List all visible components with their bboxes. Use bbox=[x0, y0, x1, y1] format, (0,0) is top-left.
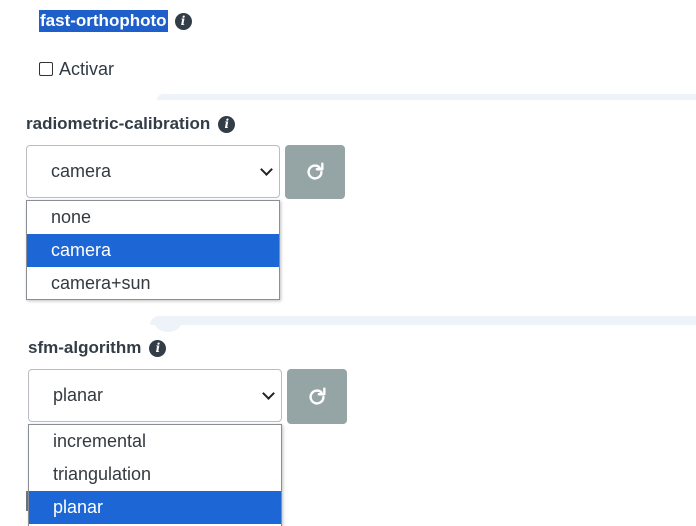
refresh-icon bbox=[307, 162, 324, 180]
radiometric-calibration-reset-button[interactable] bbox=[285, 145, 345, 199]
radiometric-calibration-header: radiometric-calibration i bbox=[26, 113, 236, 135]
chevron-down-icon bbox=[262, 386, 275, 400]
info-circle-icon[interactable]: i bbox=[174, 12, 192, 30]
sfm-algorithm-reset-button[interactable] bbox=[287, 369, 347, 424]
radiometric-calibration-select[interactable]: camera bbox=[26, 145, 280, 198]
activar-checkbox-row[interactable]: Activar bbox=[39, 58, 114, 80]
sfm-algorithm-dropdown: incremental triangulation planar bbox=[28, 424, 282, 526]
section-divider-bump bbox=[153, 318, 183, 332]
dropdown-option-selected[interactable]: planar bbox=[29, 491, 281, 524]
dropdown-option[interactable]: none bbox=[27, 201, 279, 234]
radiometric-calibration-label: radiometric-calibration bbox=[26, 114, 211, 133]
dropdown-option[interactable]: triangulation bbox=[29, 458, 281, 491]
info-circle-icon[interactable]: i bbox=[149, 339, 167, 357]
dropdown-option-selected[interactable]: camera bbox=[27, 234, 279, 267]
sfm-algorithm-select[interactable]: planar bbox=[28, 369, 282, 422]
section-divider bbox=[150, 316, 696, 325]
sfm-algorithm-label: sfm-algorithm bbox=[28, 338, 142, 357]
section-divider bbox=[157, 94, 696, 100]
dropdown-option[interactable]: incremental bbox=[29, 425, 281, 458]
sfm-algorithm-selected-value: planar bbox=[53, 385, 104, 405]
fast-orthophoto-title: fast-orthophoto bbox=[39, 10, 168, 32]
activar-checkbox[interactable] bbox=[39, 62, 53, 76]
radiometric-calibration-selected-value: camera bbox=[51, 161, 112, 181]
refresh-icon bbox=[309, 387, 326, 405]
fast-orthophoto-header: fast-orthophoto i bbox=[39, 10, 192, 32]
dropdown-option[interactable]: camera+sun bbox=[27, 267, 279, 300]
activar-label: Activar bbox=[59, 59, 115, 79]
sfm-algorithm-header: sfm-algorithm i bbox=[28, 337, 167, 359]
info-circle-icon[interactable]: i bbox=[218, 115, 236, 133]
radiometric-calibration-dropdown: none camera camera+sun bbox=[26, 200, 280, 300]
chevron-down-icon bbox=[260, 162, 273, 176]
